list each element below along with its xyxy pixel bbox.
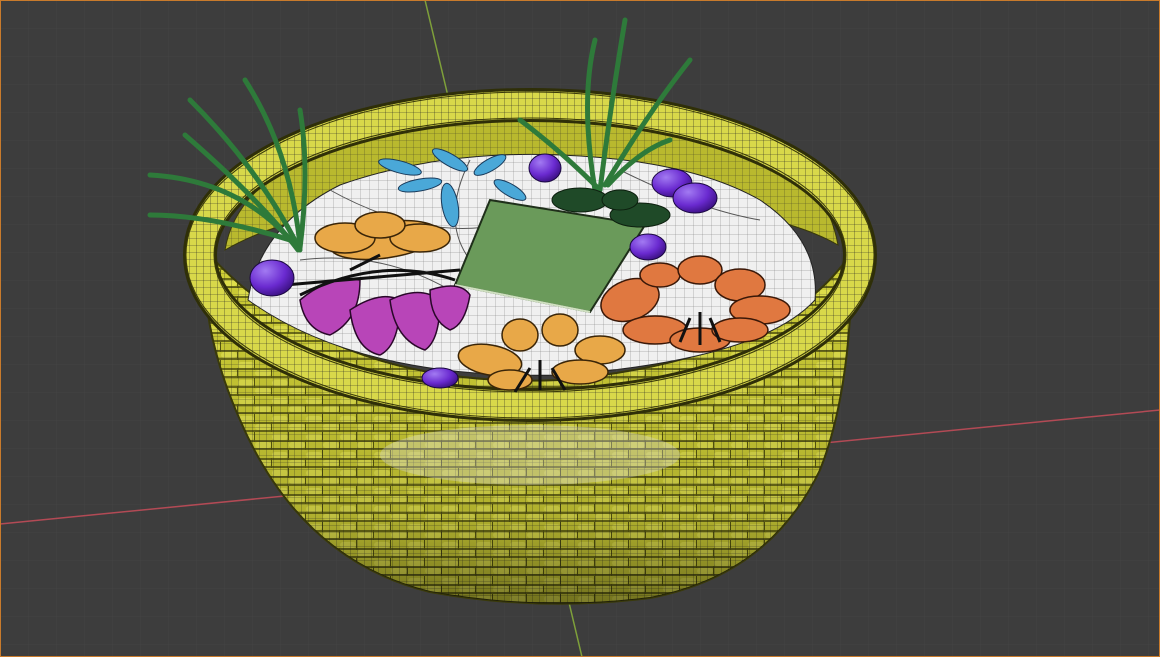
viewport-canvas[interactable] — [0, 0, 1160, 657]
3d-viewport[interactable] — [0, 0, 1160, 657]
